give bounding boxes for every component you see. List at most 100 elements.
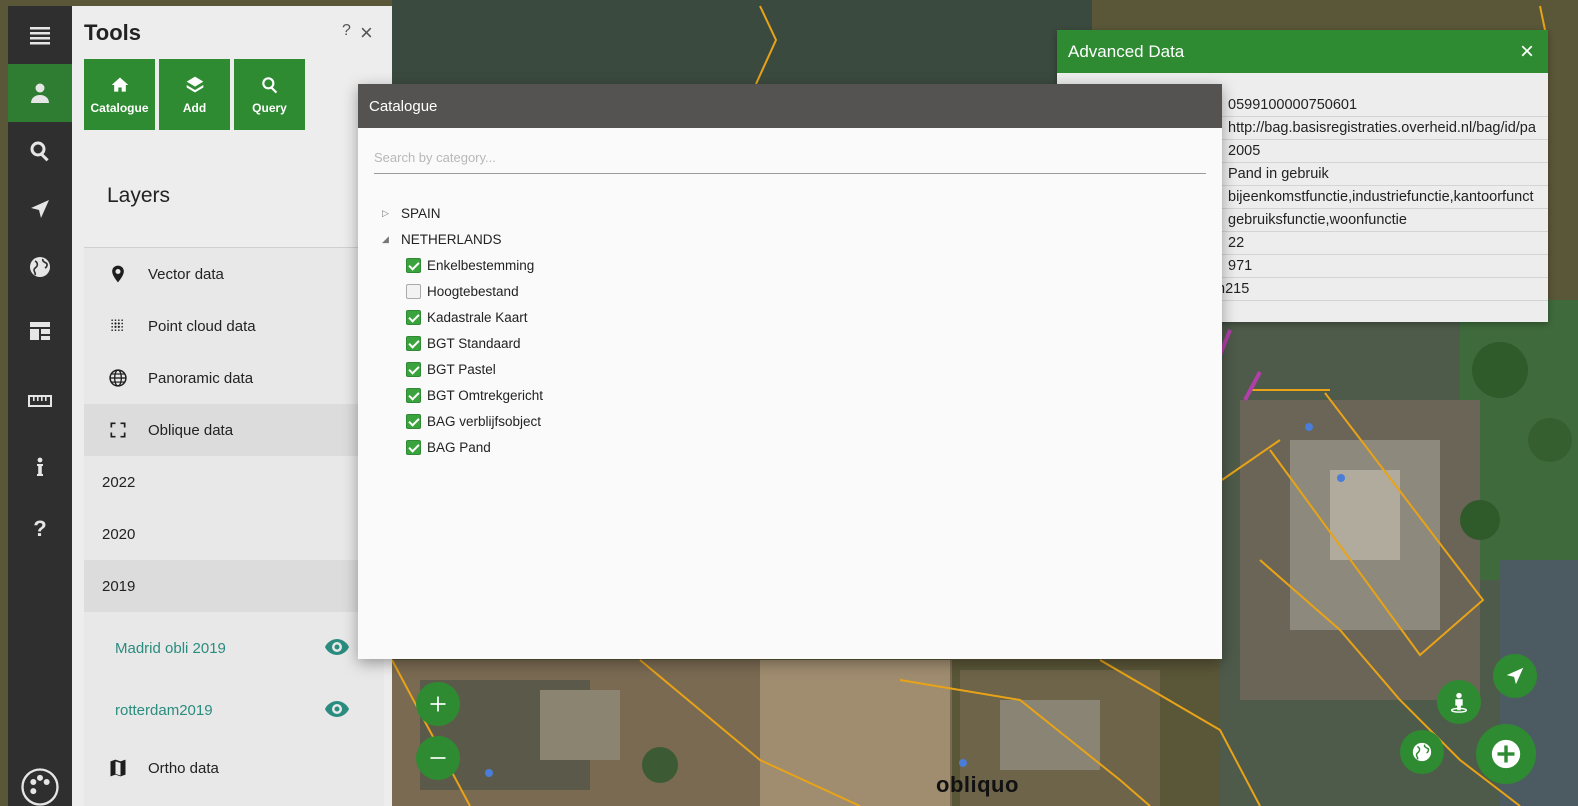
chevron-down-icon[interactable]: ◢	[382, 234, 392, 245]
user-icon[interactable]	[8, 64, 72, 122]
catalogue-item[interactable]: Kadastrale Kaart	[406, 310, 528, 325]
tools-title: Tools	[84, 20, 142, 45]
attribute-value: gebruiksfunctie,woonfunctie	[1221, 209, 1548, 232]
add-button-label: Add	[182, 100, 207, 115]
pegman-icon	[1450, 692, 1468, 713]
ruler-icon[interactable]	[8, 372, 72, 430]
catalogue-title: Catalogue	[369, 98, 438, 115]
layer-category-vector[interactable]: Vector data	[84, 248, 384, 300]
globe-button[interactable]	[1400, 730, 1444, 774]
catalogue-item-label: BGT Standaard	[427, 336, 521, 351]
checkbox[interactable]	[406, 388, 421, 403]
navigate-icon[interactable]	[8, 180, 72, 238]
query-button-label: Query	[252, 100, 287, 115]
search-icon	[261, 76, 277, 93]
layer-category-oblique[interactable]: Oblique data	[84, 404, 384, 456]
zoom-in-button[interactable]	[416, 682, 460, 726]
year-label: 2022	[102, 473, 136, 491]
catalogue-item[interactable]: BGT Pastel	[406, 362, 496, 377]
plus-circle-icon	[1491, 739, 1521, 769]
catalogue-item[interactable]: BGT Omtrekgericht	[406, 388, 543, 403]
advanced-data-values: 0599100000750601 http://bag.basisregistr…	[1211, 94, 1548, 301]
catalogue-search-input[interactable]	[374, 142, 1206, 174]
palette-icon[interactable]	[8, 758, 72, 806]
attribute-value: n215	[1211, 278, 1548, 301]
catalogue-button[interactable]: Catalogue	[84, 59, 155, 130]
layer-category-ortho[interactable]: Ortho data	[84, 742, 384, 794]
sublayer-label: Madrid obli 2019	[115, 639, 226, 657]
catalogue-item-label: BGT Omtrekgericht	[427, 388, 544, 403]
add-button[interactable]: Add	[159, 59, 230, 130]
layer-category-panoramic[interactable]: Panoramic data	[84, 352, 384, 404]
eye-icon[interactable]	[324, 637, 350, 657]
checkbox[interactable]	[406, 362, 421, 377]
catalogue-item-label: BAG Pand	[427, 440, 491, 455]
layers-title: Layers	[107, 184, 171, 207]
tree-group-label: NETHERLANDS	[401, 232, 502, 247]
eye-icon[interactable]	[324, 699, 350, 719]
catalogue-item-label: Hoogtebestand	[427, 284, 519, 299]
catalogue-item[interactable]: BAG Pand	[406, 440, 491, 455]
attribute-value: http://bag.basisregistraties.overheid.nl…	[1221, 117, 1548, 140]
catalogue-button-label: Catalogue	[90, 100, 149, 115]
year-row-2022[interactable]: 2022	[84, 456, 384, 508]
layer-category-point-cloud[interactable]: Point cloud data	[84, 300, 384, 352]
zoom-out-button[interactable]	[416, 736, 460, 780]
year-label: 2020	[102, 525, 136, 543]
checkbox[interactable]	[406, 310, 421, 325]
add-fab-button[interactable]	[1476, 724, 1536, 784]
attribute-value: Pand in gebruik	[1221, 163, 1548, 186]
year-row-2020[interactable]: 2020	[84, 508, 384, 560]
layer-category-label: Oblique data	[148, 421, 234, 439]
info-icon[interactable]	[8, 438, 72, 496]
tree-group-netherlands[interactable]: ◢ NETHERLANDS	[382, 232, 502, 247]
catalogue-item[interactable]: BGT Standaard	[406, 336, 521, 351]
catalogue-header: Catalogue	[358, 84, 1222, 128]
attribute-value: bijeenkomstfunctie,industriefunctie,kant…	[1221, 186, 1548, 209]
checkbox[interactable]	[406, 440, 421, 455]
tree-group-spain[interactable]: ▷ SPAIN	[382, 206, 441, 221]
map-icon	[106, 756, 130, 780]
plus-icon	[430, 696, 446, 712]
navigate-button[interactable]	[1493, 654, 1537, 698]
home-icon	[111, 77, 128, 92]
checkbox[interactable]	[406, 336, 421, 351]
checkbox[interactable]	[406, 284, 421, 299]
catalogue-item[interactable]: BAG verblijfsobject	[406, 414, 541, 429]
advanced-data-close-button[interactable]: ×	[1520, 38, 1534, 66]
catalogue-item-label: Enkelbestemming	[427, 258, 535, 273]
checkbox[interactable]	[406, 258, 421, 273]
app-logo: obliquo	[936, 772, 1019, 797]
attribute-value: 2005	[1221, 140, 1548, 163]
chevron-right-icon[interactable]: ▷	[382, 208, 392, 219]
catalogue-item-label: BAG verblijfsobject	[427, 414, 542, 429]
query-button[interactable]: Query	[234, 59, 305, 130]
catalogue-dialog: Catalogue ▷ SPAIN ◢ NETHERLANDS Enkelbes…	[358, 84, 1222, 659]
layer-category-label: Point cloud data	[148, 317, 256, 335]
sublayer-madrid-obli-2019[interactable]: Madrid obli 2019	[84, 622, 384, 674]
expand-icon	[106, 418, 130, 442]
help-icon[interactable]: ?	[8, 500, 72, 558]
catalogue-item[interactable]: Enkelbestemming	[406, 258, 534, 273]
dashboard-icon[interactable]	[8, 302, 72, 360]
globe-icon	[1412, 742, 1432, 762]
sublayer-rotterdam2019[interactable]: rotterdam2019	[84, 684, 384, 736]
street-view-button[interactable]	[1437, 680, 1481, 724]
navigate-icon	[1506, 667, 1524, 685]
search-icon[interactable]	[8, 122, 72, 180]
checkbox[interactable]	[406, 414, 421, 429]
year-label: 2019	[102, 577, 136, 595]
catalogue-item[interactable]: Hoogtebestand	[406, 284, 519, 299]
attribute-value: 22	[1221, 232, 1548, 255]
catalogue-item-label: BGT Pastel	[427, 362, 496, 377]
tools-help-button[interactable]: ?	[342, 22, 351, 40]
point-cloud-icon	[106, 314, 130, 338]
menu-icon[interactable]	[8, 6, 72, 64]
tree-group-label: SPAIN	[401, 206, 441, 221]
year-row-2019[interactable]: 2019	[84, 560, 384, 612]
tools-close-button[interactable]: ×	[360, 20, 373, 46]
layer-category-label: Panoramic data	[148, 369, 254, 387]
catalogue-item-label: Kadastrale Kaart	[427, 310, 528, 325]
attribute-value: 0599100000750601	[1221, 94, 1548, 117]
globe-icon[interactable]	[8, 238, 72, 296]
